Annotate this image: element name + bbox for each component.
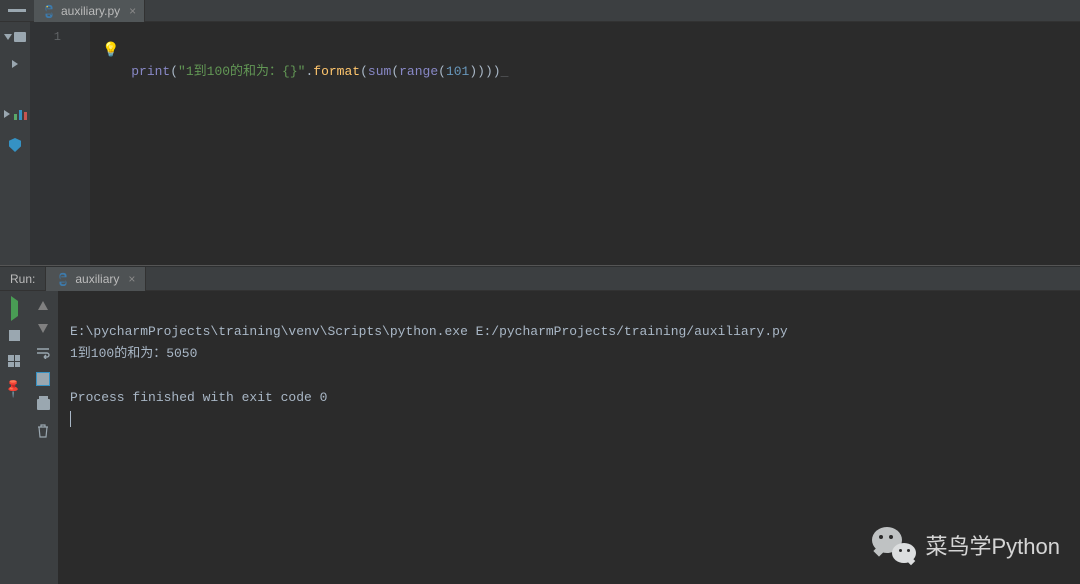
token-sum: sum: [368, 64, 391, 79]
run-panel-header: Run: auxiliary ×: [0, 266, 1080, 291]
up-arrow-icon[interactable]: [38, 301, 48, 310]
cursor-icon: [70, 411, 71, 427]
console-line: Process finished with exit code 0: [70, 390, 327, 405]
token-format: format: [313, 64, 360, 79]
trash-icon[interactable]: [37, 424, 49, 438]
token-paren: (: [438, 64, 446, 79]
python-file-icon: [56, 272, 70, 286]
token-paren: (: [170, 64, 178, 79]
run-config-tab[interactable]: auxiliary ×: [45, 267, 146, 291]
file-tab[interactable]: auxiliary.py ×: [34, 0, 145, 22]
token-paren: )))): [469, 64, 500, 79]
run-toolbar-left: 📌: [0, 291, 28, 584]
watermark-text: 菜鸟学Python: [926, 529, 1061, 561]
console-line: 1到100的和为：5050: [70, 346, 197, 361]
console-line: E:\pycharmProjects\training\venv\Scripts…: [70, 324, 788, 339]
run-tab-name: auxiliary: [75, 272, 119, 286]
scroll-to-end-icon[interactable]: [37, 373, 49, 385]
token-range: range: [399, 64, 438, 79]
file-tab-name: auxiliary.py: [61, 4, 120, 18]
print-icon[interactable]: [37, 399, 50, 410]
code-editor[interactable]: 💡 print("1到100的和为：{}".format(sum(range(1…: [90, 22, 1080, 265]
left-tool-strip: [0, 22, 30, 265]
pin-icon[interactable]: 📌: [3, 377, 25, 399]
editor-tab-bar: auxiliary.py ×: [0, 0, 1080, 22]
soft-wrap-icon[interactable]: [36, 347, 50, 359]
eol-mark: _: [501, 64, 509, 79]
close-tab-icon[interactable]: ×: [129, 4, 136, 18]
close-tab-icon[interactable]: ×: [128, 272, 135, 286]
wechat-icon: [872, 527, 916, 563]
line-number: 1: [30, 30, 61, 44]
run-label: Run:: [0, 272, 45, 286]
watermark: 菜鸟学Python: [872, 527, 1061, 563]
run-icon[interactable]: [11, 301, 18, 316]
layout-icon[interactable]: [8, 355, 20, 367]
down-arrow-icon[interactable]: [38, 324, 48, 333]
token-print: print: [131, 64, 170, 79]
token-paren: (: [391, 64, 399, 79]
minimize-icon[interactable]: [8, 9, 26, 12]
lightbulb-icon[interactable]: 💡: [102, 42, 119, 59]
project-toggle-icon[interactable]: [4, 32, 26, 42]
shield-icon[interactable]: [9, 138, 21, 152]
token-string: "1到100的和为：{}": [178, 64, 305, 79]
stats-icon[interactable]: [4, 108, 27, 120]
run-toolbar-right: [28, 291, 58, 584]
editor-area: 1 💡 print("1到100的和为：{}".format(sum(range…: [0, 22, 1080, 265]
token-number: 101: [446, 64, 469, 79]
python-file-icon: [42, 4, 56, 18]
token-paren: (: [360, 64, 368, 79]
line-number-gutter: 1: [30, 22, 90, 265]
run-gutter-icon[interactable]: [12, 60, 18, 68]
stop-icon[interactable]: [9, 330, 20, 341]
